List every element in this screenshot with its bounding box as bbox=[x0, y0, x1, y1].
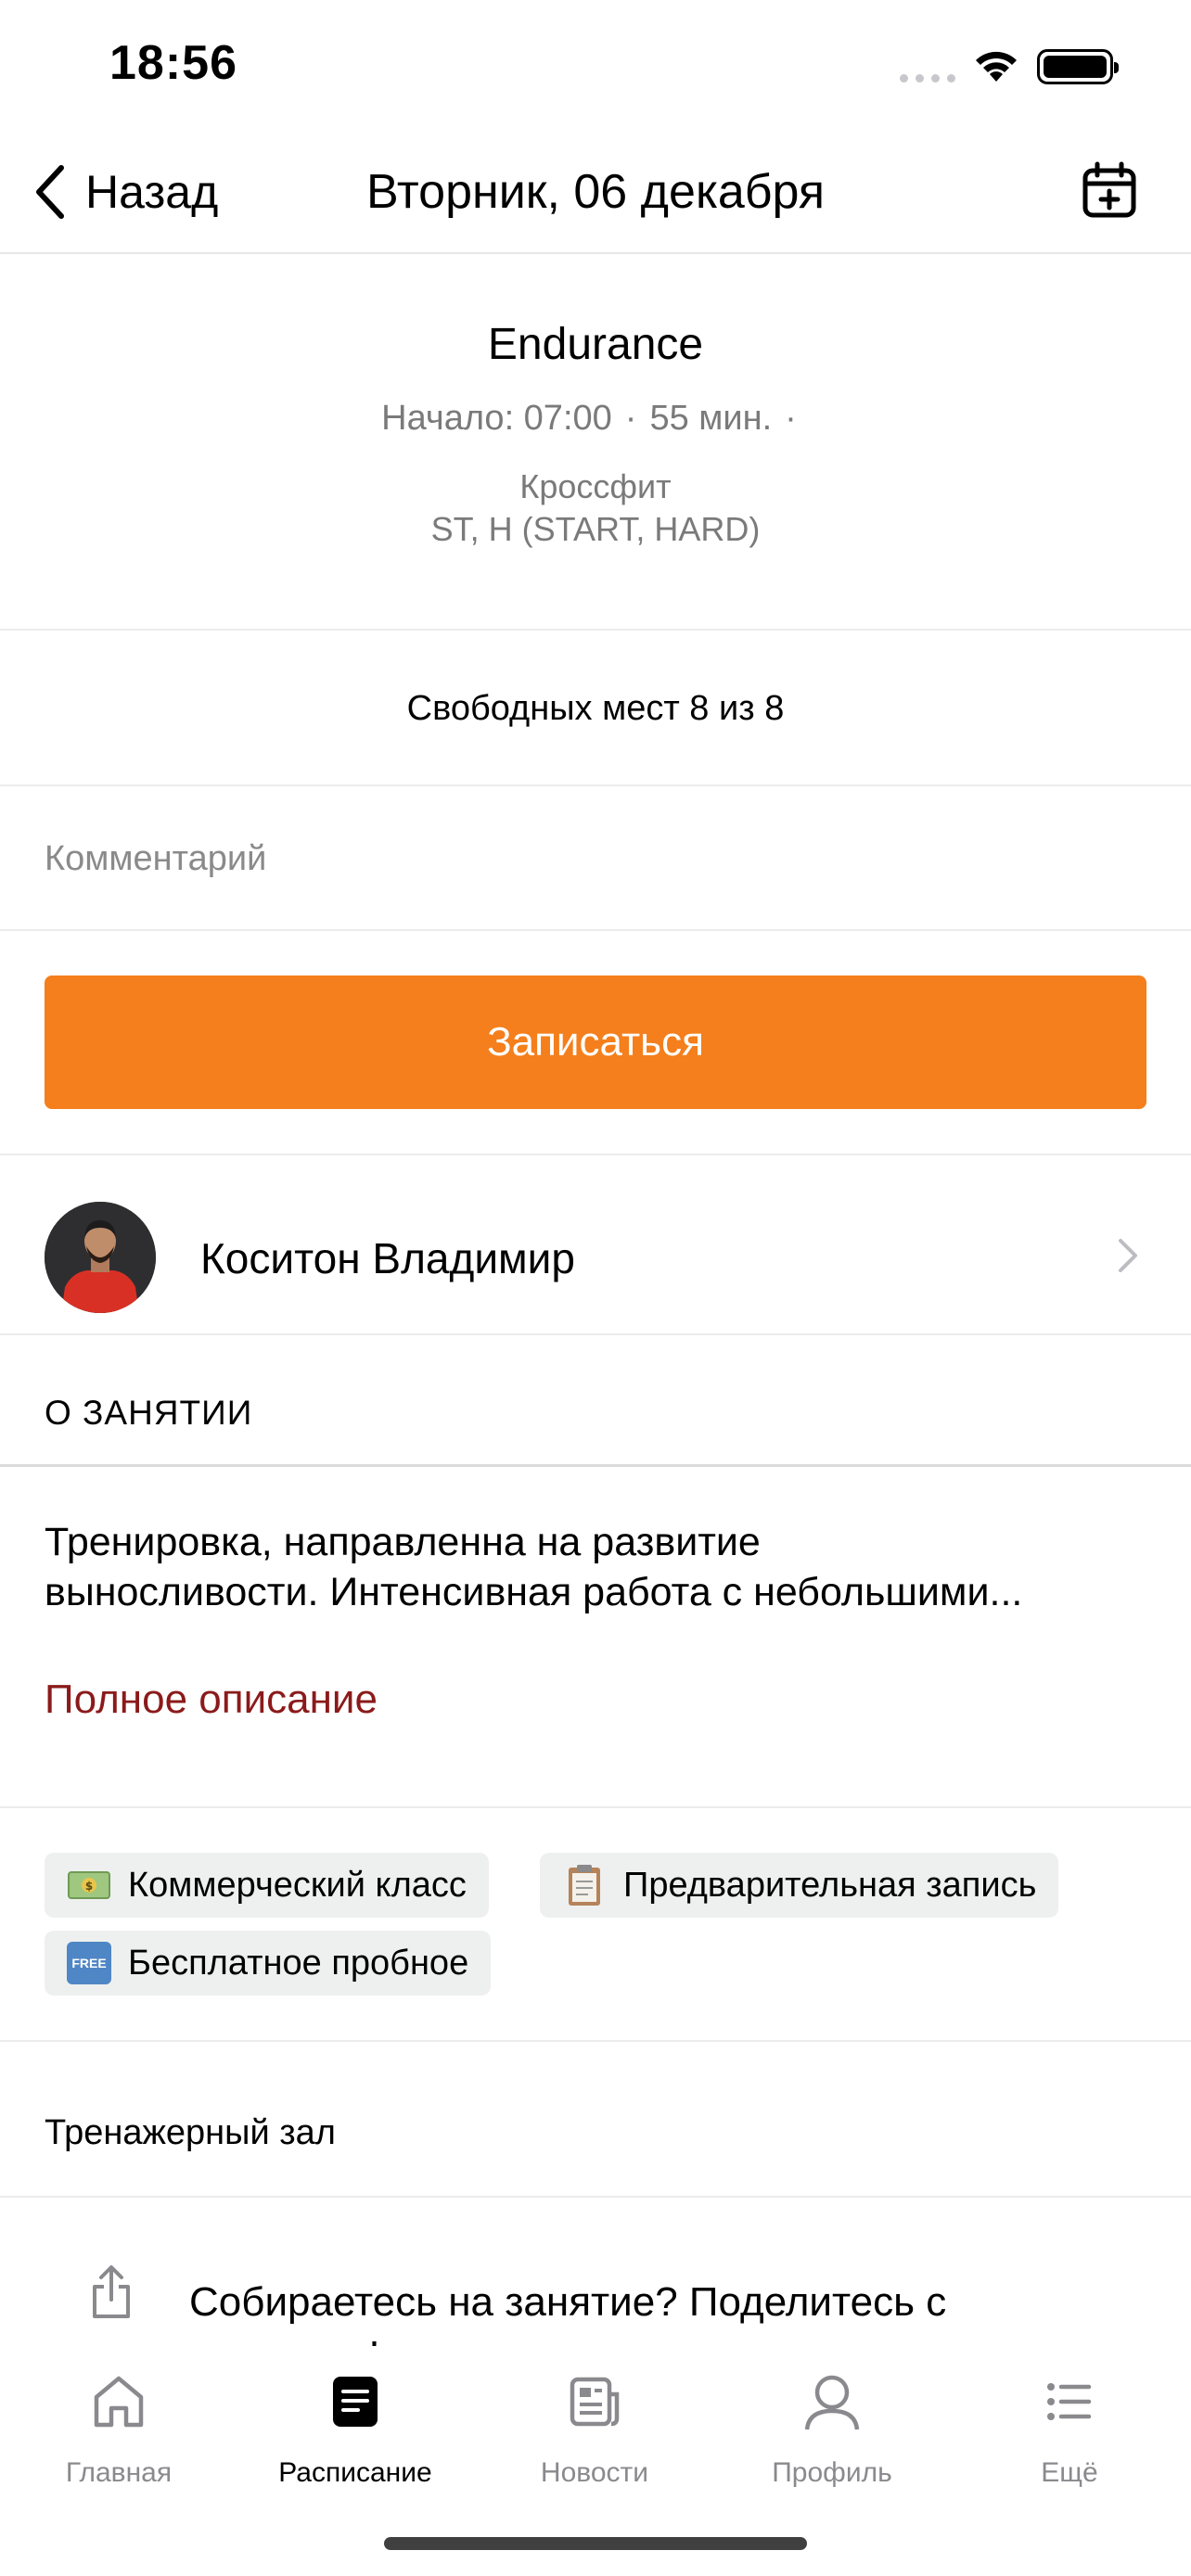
description-line: выносливости. Интенсивная работа с небол… bbox=[45, 1570, 1023, 1614]
schedule-icon bbox=[263, 2365, 448, 2439]
class-description: Тренировка, направленна на развитие выно… bbox=[45, 1517, 1148, 1617]
wifi-icon bbox=[976, 51, 1017, 82]
class-start: Начало: 07:00 bbox=[381, 399, 612, 438]
home-icon bbox=[26, 2365, 211, 2439]
full-description-link[interactable]: Полное описание bbox=[45, 1677, 378, 1723]
navigation-bar: Назад Вторник, 06 декабря bbox=[0, 139, 1191, 254]
tab-label: Профиль bbox=[772, 2457, 892, 2488]
hall-row: Тренажерный зал bbox=[0, 2042, 1191, 2198]
home-indicator bbox=[384, 2537, 807, 2550]
profile-icon bbox=[739, 2365, 925, 2439]
class-title: Endurance bbox=[487, 320, 704, 369]
signup-button[interactable]: Записаться bbox=[45, 976, 1146, 1109]
about-section-header: О ЗАНЯТИИ bbox=[0, 1335, 1191, 1467]
tag-free-trial: FREE Бесплатное пробное bbox=[45, 1931, 492, 1996]
class-info: Endurance Начало: 07:00 · 55 мин. · Кроссфи… bbox=[0, 254, 1191, 631]
chevron-right-icon bbox=[1119, 1239, 1137, 1272]
meta-separator: · bbox=[785, 399, 797, 438]
class-level: ST, H (START, HARD) bbox=[430, 510, 761, 548]
coach-row[interactable]: Коситон Владимир bbox=[0, 1155, 1191, 1335]
coach-name: Коситон Владимир bbox=[200, 1234, 575, 1282]
tab-label: Расписание bbox=[278, 2457, 432, 2488]
description-line: Тренировка, направленна на развитие bbox=[45, 1520, 761, 1564]
meta-separator: · bbox=[624, 399, 637, 438]
tab-label: Ещё bbox=[1041, 2457, 1098, 2488]
share-text: Собираетесь на занятие? Поделитесь с дру… bbox=[189, 2279, 947, 2346]
section-title: О ЗАНЯТИИ bbox=[45, 1394, 253, 1432]
comment-input[interactable] bbox=[45, 786, 1148, 931]
status-bar: 18:56 bbox=[0, 0, 1191, 130]
clipboard-icon bbox=[562, 1864, 607, 1906]
avatar-image bbox=[45, 1202, 156, 1313]
comment-row bbox=[0, 786, 1191, 931]
news-icon bbox=[502, 2365, 687, 2439]
tag-label: Бесплатное пробное bbox=[128, 1943, 469, 1983]
more-icon bbox=[977, 2365, 1162, 2439]
status-time: 18:56 bbox=[109, 36, 237, 90]
money-icon: $ bbox=[67, 1864, 111, 1906]
free-icon: FREE bbox=[67, 1942, 111, 1984]
tag-label: Коммерческий класс bbox=[128, 1865, 467, 1905]
class-duration: 55 мин. bbox=[649, 399, 773, 438]
calendar-plus-icon[interactable] bbox=[1082, 161, 1137, 219]
battery-icon bbox=[1037, 49, 1119, 84]
cellular-signal-icon bbox=[900, 74, 955, 83]
tab-label: Новости bbox=[540, 2457, 649, 2488]
class-category: Кроссфит bbox=[519, 467, 672, 505]
page-title: Вторник, 06 декабря bbox=[365, 165, 826, 219]
class-meta: Начало: 07:00 · 55 мин. · bbox=[0, 399, 1191, 439]
divider bbox=[0, 1806, 1191, 1808]
avatar bbox=[45, 1202, 156, 1313]
signup-section: Записаться bbox=[0, 931, 1191, 1155]
hall-label: Тренажерный зал bbox=[45, 2113, 336, 2152]
share-icon bbox=[93, 2265, 130, 2318]
tag-label: Предварительная запись bbox=[623, 1865, 1037, 1905]
free-slots: Свободных мест 8 из 8 bbox=[0, 631, 1191, 786]
svg-text:$: $ bbox=[85, 1880, 93, 1893]
tab-label: Главная bbox=[65, 2457, 173, 2488]
tag-preregistration: Предварительная запись bbox=[540, 1853, 1059, 1918]
tag-commercial: $ Коммерческий класс bbox=[45, 1853, 489, 1918]
share-row[interactable]: Собираетесь на занятие? Поделитесь с дру… bbox=[0, 2198, 1191, 2346]
class-category-block: Кроссфит ST, H (START, HARD) bbox=[0, 465, 1191, 551]
